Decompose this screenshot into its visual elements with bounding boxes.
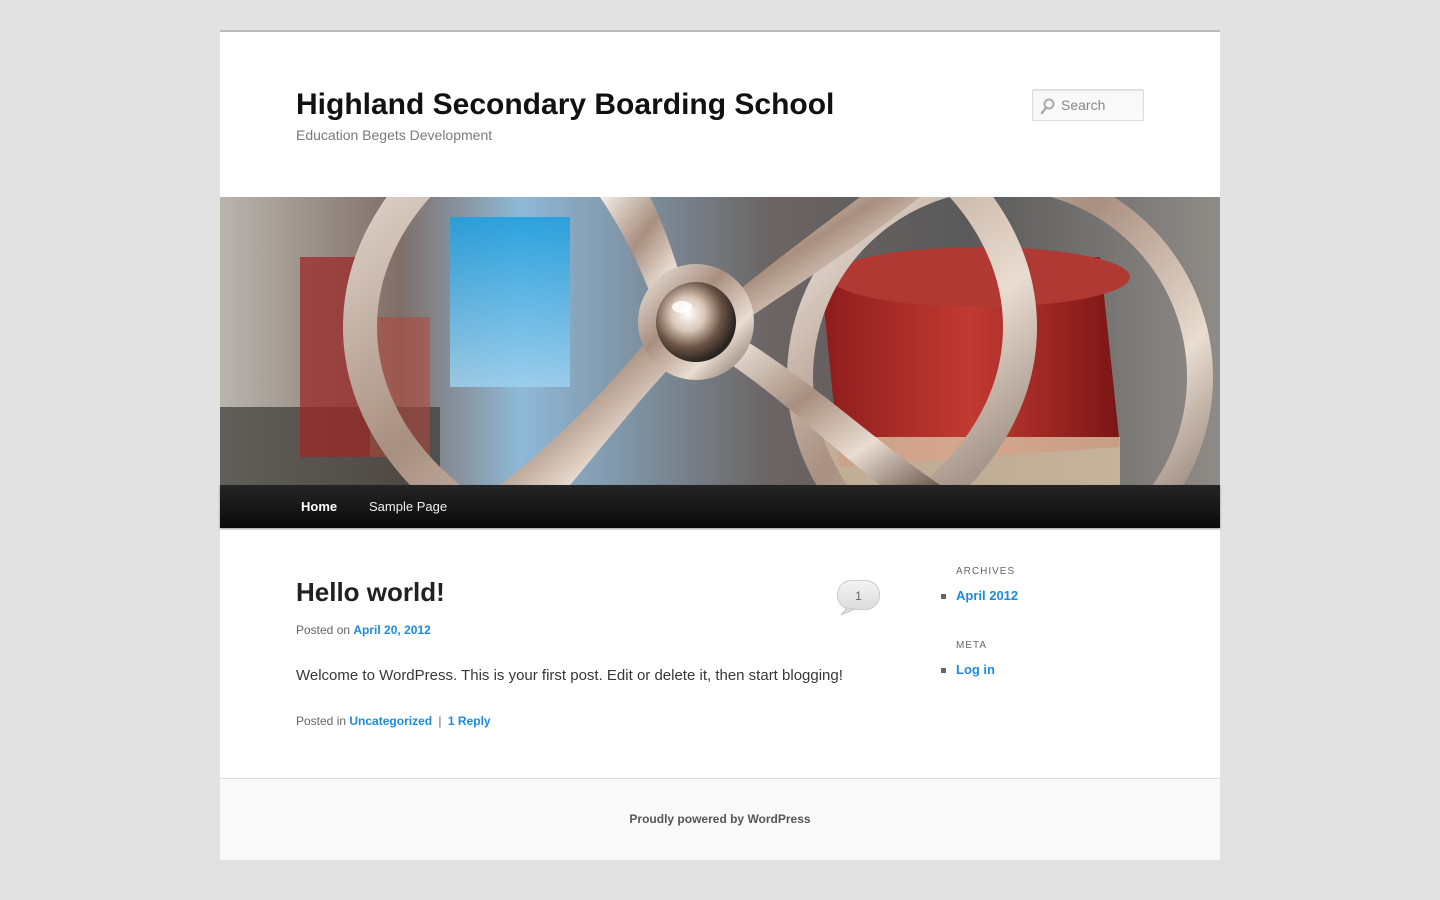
header-banner-image[interactable] [220,197,1220,485]
meta-list: Log in [941,662,995,677]
powered-by-link[interactable]: Proudly powered by WordPress [220,812,1220,826]
meta-separator: | [438,714,442,728]
reply-link[interactable]: 1 Reply [448,714,491,728]
post-meta: Posted on April 20, 2012 [296,623,431,637]
meta-item: Log in [941,662,995,677]
archives-list: April 2012 [940,588,1018,603]
search-input[interactable] [1061,90,1143,120]
posted-on-label: Posted on [296,623,351,637]
post-date-link[interactable]: April 20, 2012 [353,623,430,637]
main-navigation: Home Sample Page [220,485,1220,528]
page-container: Highland Secondary Boarding School Educa… [220,30,1220,860]
site-footer: Proudly powered by WordPress [220,778,1220,860]
search-form[interactable] [1032,89,1144,121]
archives-widget-title: Archives [956,566,1016,577]
site-description: Education Begets Development [296,127,493,143]
archive-link-april-2012[interactable]: April 2012 [956,588,1018,603]
login-link[interactable]: Log in [956,662,995,677]
comments-count[interactable]: 1 [837,589,880,603]
nav-item-sample-page[interactable]: Sample Page [369,485,447,528]
search-icon [1040,98,1055,114]
posted-in-label: Posted in [296,714,347,728]
post-content: Welcome to WordPress. This is your first… [296,667,843,684]
meta-widget-title: Meta [956,640,988,651]
category-link[interactable]: Uncategorized [349,714,432,728]
nav-item-home[interactable]: Home [301,485,337,528]
site-title[interactable]: Highland Secondary Boarding School [296,88,834,122]
archive-item: April 2012 [940,588,1018,603]
post-title[interactable]: Hello world! [296,577,445,608]
post-footer: Posted in Uncategorized | 1 Reply [296,714,491,728]
